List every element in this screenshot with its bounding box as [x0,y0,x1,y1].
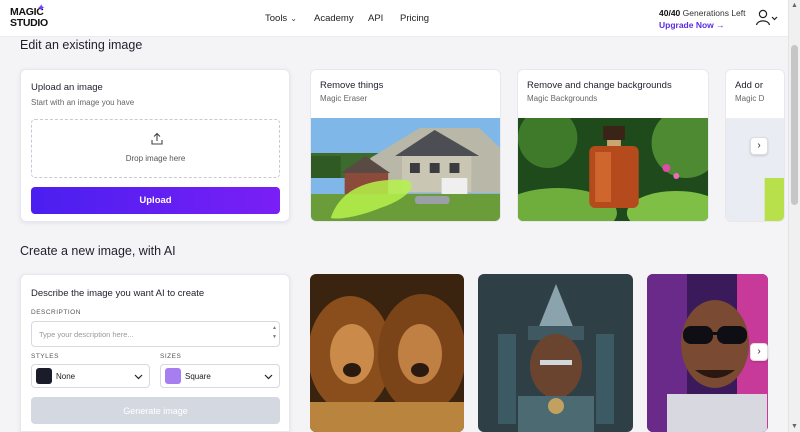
scrollbar-thumb[interactable] [791,45,798,205]
styles-select[interactable]: None [31,364,150,388]
sizes-select[interactable]: Square [160,364,280,388]
lions-example-image[interactable] [310,274,464,432]
create-carousel-next-button[interactable]: › [750,343,768,361]
upgrade-label: Upgrade Now [659,20,714,30]
nav-tools-label: Tools [265,13,288,24]
description-label: DESCRIPTION [31,309,81,316]
top-navigation-bar: MAGIC STUDIO ✦ Tools ⌄ Academy API Pricin… [0,0,788,37]
image-dropzone[interactable]: Drop image here [31,119,280,178]
card-title: Add or [735,80,763,91]
nav-pricing[interactable]: Pricing [400,13,429,24]
arrow-right-icon: → [716,20,725,30]
scroll-down-icon[interactable]: ▼ [791,423,798,430]
perfume-photo-thumbnail [518,118,708,221]
logo-line-2: STUDIO [10,16,48,29]
house-photo-thumbnail [311,118,500,221]
description-resize-stepper[interactable]: ▲ ▼ [272,324,277,342]
edit-carousel-next-button[interactable]: › [750,137,768,155]
size-swatch [165,368,181,384]
nav-tools[interactable]: Tools ⌄ [265,13,297,24]
upload-button[interactable]: Upload [31,187,280,214]
generate-image-button[interactable]: Generate image [31,397,280,424]
dropzone-text: Drop image here [125,154,186,163]
card-title: Remove and change backgrounds [527,80,672,91]
upload-panel: Upload an image Start with an image you … [20,69,290,222]
create-panel: Describe the image you want AI to create… [20,274,290,432]
chevron-down-icon [134,374,143,380]
remove-backgrounds-card[interactable]: Remove and change backgrounds Magic Back… [517,69,709,222]
size-value: Square [185,372,211,381]
page-scrollbar[interactable]: ▲ ▼ [788,0,800,432]
warrior-example-image[interactable] [478,274,633,432]
magic-studio-logo[interactable]: MAGIC STUDIO ✦ [10,3,48,31]
upload-panel-subtitle: Start with an image you have [31,98,135,107]
generations-count: 40/40 [659,8,681,18]
chevron-down-icon: ⌄ [290,14,297,23]
nav-academy[interactable]: Academy [314,13,354,24]
upload-icon [151,132,163,145]
edit-section-title: Edit an existing image [20,38,143,52]
nav-api[interactable]: API [368,13,383,24]
upload-panel-title: Upload an image [31,82,103,93]
user-menu[interactable] [755,9,779,27]
style-swatch [36,368,52,384]
generations-left: 40/40 Generations Left [659,8,746,18]
card-subtitle: Magic D [735,94,765,103]
chevron-down-icon [264,374,273,380]
styles-label: STYLES [31,353,59,360]
add-objects-thumbnail [726,118,784,221]
sparkle-icon: ✦ [37,3,46,14]
card-subtitle: Magic Eraser [320,94,368,103]
upgrade-now-link[interactable]: Upgrade Now → [659,20,725,30]
scroll-up-icon[interactable]: ▲ [791,2,798,9]
create-panel-title: Describe the image you want AI to create [31,288,205,299]
remove-things-card[interactable]: Remove things Magic Eraser [310,69,501,222]
generations-label: Generations Left [682,8,746,18]
warrior-image [478,274,633,432]
create-section-title: Create a new image, with AI [20,244,176,258]
style-value: None [56,372,76,381]
lions-image [310,274,464,432]
card-title: Remove things [320,80,384,91]
description-input[interactable] [31,321,280,347]
card-subtitle: Magic Backgrounds [527,94,598,103]
user-icon [755,9,778,26]
sizes-label: SIZES [160,353,182,360]
